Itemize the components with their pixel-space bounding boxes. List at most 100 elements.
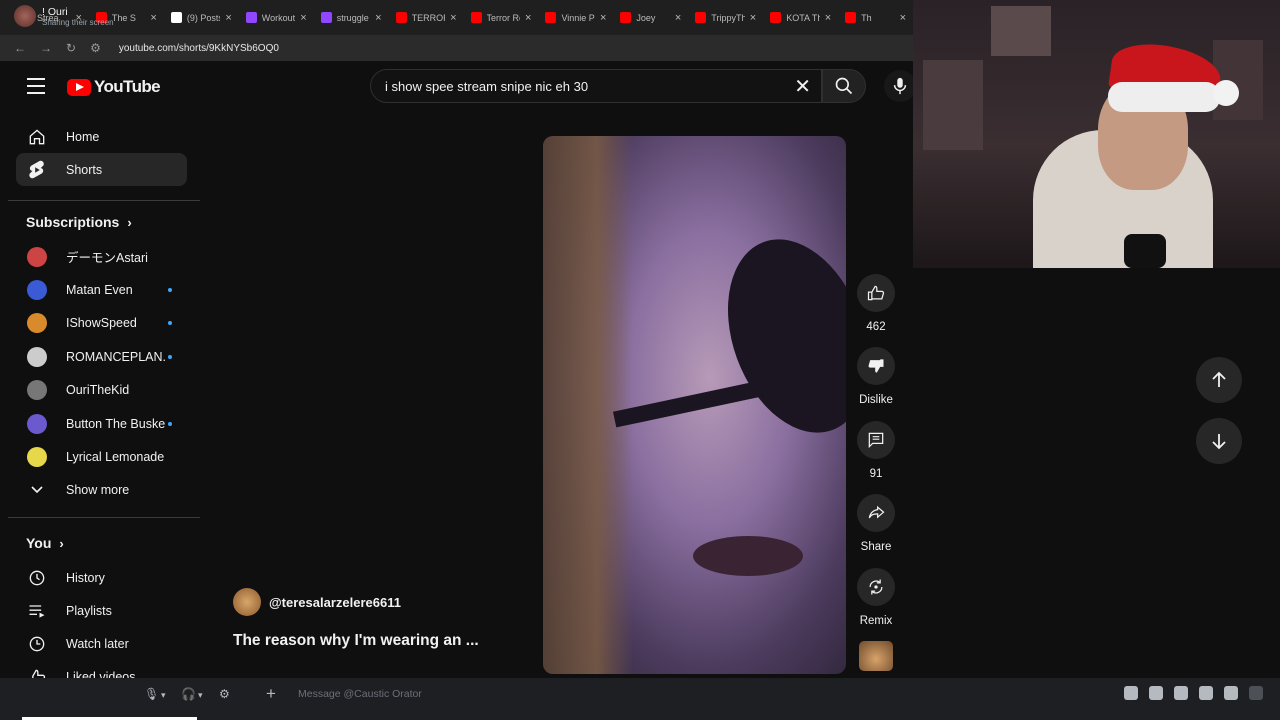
sidebar-item-subscription[interactable]: IShowSpeed [16, 307, 187, 340]
close-tab-icon[interactable]: × [300, 12, 306, 24]
browser-tab[interactable]: Terror Re × [464, 4, 539, 32]
close-tab-icon[interactable]: × [375, 12, 381, 24]
discord-avatar[interactable] [14, 5, 36, 27]
reload-icon[interactable]: ↻ [66, 41, 76, 55]
next-short-button[interactable] [1196, 418, 1242, 464]
you-header[interactable]: You › [26, 535, 64, 551]
comments-button[interactable]: 91 [856, 421, 896, 480]
browser-tab[interactable]: Workout × [239, 4, 314, 32]
tab-title: Terror Re [486, 12, 520, 23]
like-button[interactable]: 462 [856, 274, 896, 333]
sticker-icon[interactable] [1174, 686, 1188, 700]
subscriptions-header[interactable]: Subscriptions › [26, 214, 132, 230]
close-tab-icon[interactable]: × [900, 12, 906, 24]
search-button[interactable] [822, 69, 866, 103]
short-channel[interactable]: @teresalarzelere6611 [233, 588, 401, 616]
browser-tab[interactable]: Vinnie Pa × [538, 4, 613, 32]
chevron-right-icon: › [59, 535, 64, 551]
tab-title: Th [861, 12, 872, 23]
webcam-overlay [913, 0, 1280, 268]
channel-avatar[interactable] [233, 588, 261, 616]
sidebar-item-subscription[interactable]: Matan Even [16, 273, 187, 306]
comment-icon [868, 432, 884, 449]
tab-title: Vinnie Pa [561, 12, 595, 23]
search-input[interactable]: i show spee stream snipe nic eh 30 [385, 79, 794, 94]
sidebar-item-label: Button The Busker [66, 416, 166, 431]
emoji-icon[interactable] [1199, 686, 1213, 700]
previous-short-button[interactable] [1196, 357, 1242, 403]
close-tab-icon[interactable]: × [750, 12, 756, 24]
sidebar-item-shorts[interactable]: Shorts [16, 153, 187, 186]
close-tab-icon[interactable]: × [525, 12, 531, 24]
share-button[interactable]: Share [856, 494, 896, 553]
youtube-play-icon [67, 78, 91, 96]
close-tab-icon[interactable]: × [675, 12, 681, 24]
sidebar-item-subscription[interactable]: Button The Busker [16, 407, 187, 440]
close-tab-icon[interactable]: × [150, 12, 156, 24]
sidebar-item-playlists[interactable]: Playlists [16, 594, 187, 627]
close-tab-icon[interactable]: × [825, 12, 831, 24]
discord-user-panel[interactable]: ! Ouri Sharing their screen [14, 5, 114, 27]
share-label: Share [860, 541, 892, 553]
sidebar-item-label: Shorts [66, 162, 103, 177]
channel-handle[interactable]: @teresalarzelere6611 [269, 595, 401, 610]
tab-favicon-icon [470, 12, 482, 23]
sound-thumbnail[interactable] [859, 641, 893, 671]
watch-later-icon [26, 633, 48, 655]
short-video-player[interactable] [543, 136, 846, 674]
sidebar-item-subscription[interactable]: デーモンAstari [16, 240, 187, 273]
back-icon[interactable]: ← [14, 41, 26, 55]
sidebar-item-home[interactable]: Home [16, 120, 187, 153]
apps-icon[interactable] [1224, 686, 1238, 700]
short-title[interactable]: The reason why I'm wearing an ... [233, 632, 479, 650]
browser-tab[interactable]: Joey × [613, 4, 688, 32]
send-icon[interactable] [1249, 686, 1263, 700]
voice-search-button[interactable] [884, 70, 916, 102]
tab-title: KOTA Th [786, 12, 820, 23]
close-tab-icon[interactable]: × [450, 12, 456, 24]
microphone-icon[interactable]: 🎙 [144, 687, 159, 701]
message-input[interactable]: Message @Caustic Orator [298, 688, 422, 700]
sidebar-item-label: Lyrical Lemonade [66, 449, 165, 464]
channel-avatar [27, 380, 47, 401]
video-frame [543, 136, 633, 674]
sidebar-item-history[interactable]: History [16, 561, 187, 594]
clear-search-icon[interactable]: ✕ [794, 74, 811, 99]
browser-tab[interactable]: Th × [838, 4, 913, 32]
thumbs-down-icon [868, 359, 884, 373]
site-info-icon[interactable]: ⚙ [90, 41, 101, 55]
search-icon [835, 77, 853, 95]
add-attachment-icon[interactable]: + [266, 684, 276, 704]
url-text[interactable]: youtube.com/shorts/9KkNYSb6OQ0 [119, 43, 279, 54]
browser-tab[interactable]: TrippyTh × [688, 4, 763, 32]
sidebar-item-subscription[interactable]: ROMANCEPLAN... [16, 340, 187, 373]
close-tab-icon[interactable]: × [225, 12, 231, 24]
browser-tab[interactable]: TERROR × [389, 4, 464, 32]
sidebar-item-subscription[interactable]: OuriTheKid [16, 374, 187, 407]
search-box[interactable]: i show spee stream snipe nic eh 30 ✕ [370, 69, 822, 103]
browser-tab[interactable]: struggle × [314, 4, 389, 32]
youtube-logo[interactable]: YouTube [67, 77, 161, 97]
home-icon [26, 126, 48, 148]
chevron-down-icon[interactable]: ▾ [161, 690, 166, 701]
you-title: You [26, 535, 52, 551]
show-more-button[interactable]: Show more [16, 473, 187, 506]
chevron-down-icon[interactable]: ▾ [198, 690, 203, 701]
remix-button[interactable]: Remix [856, 568, 896, 627]
dislike-label: Dislike [859, 394, 893, 406]
menu-icon[interactable] [27, 78, 45, 94]
sidebar-item-watch-later[interactable]: Watch later [16, 627, 187, 660]
close-tab-icon[interactable]: × [600, 12, 606, 24]
subscriptions-title: Subscriptions [26, 214, 120, 230]
gear-icon[interactable]: ⚙ [219, 687, 230, 701]
browser-tab[interactable]: (9) Posts × [164, 4, 239, 32]
sidebar-item-subscription[interactable]: Lyrical Lemonade [16, 440, 187, 473]
gift-icon[interactable] [1124, 686, 1138, 700]
tab-favicon-icon [695, 12, 707, 23]
forward-icon[interactable]: → [40, 41, 52, 55]
headphones-icon[interactable]: 🎧 [181, 687, 196, 701]
webcam-background [923, 60, 983, 150]
browser-tab[interactable]: KOTA Th × [763, 4, 838, 32]
dislike-button[interactable]: Dislike [856, 347, 896, 406]
gif-icon[interactable] [1149, 686, 1163, 700]
